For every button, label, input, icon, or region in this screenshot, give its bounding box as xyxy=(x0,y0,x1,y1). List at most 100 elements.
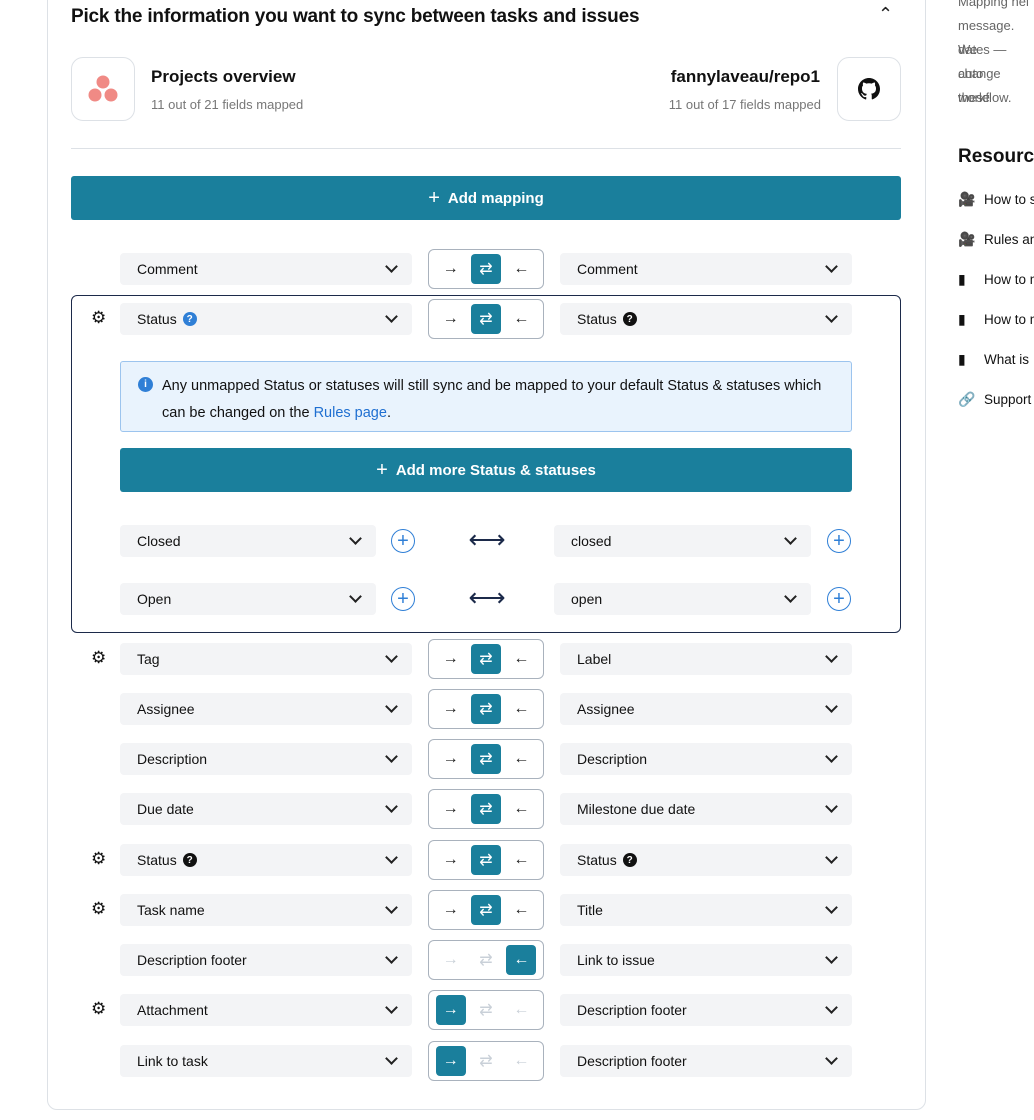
select-value: Tag xyxy=(137,651,160,667)
arrow-right-icon[interactable]: → xyxy=(435,995,466,1025)
arrow-left-icon[interactable]: ← xyxy=(506,694,536,724)
book-icon: ▮ xyxy=(958,311,966,327)
left-field-select[interactable]: Attachment xyxy=(120,994,412,1026)
two-way-sync-icon[interactable]: ⇄ xyxy=(470,845,501,875)
arrow-right-icon[interactable]: → xyxy=(436,895,466,925)
arrow-right-icon[interactable]: → xyxy=(436,845,466,875)
sync-direction-toggle: → ⇄ ← xyxy=(428,249,544,289)
resource-link[interactable]: ▮ How to m xyxy=(958,271,1034,288)
rules-page-link[interactable]: Rules page xyxy=(314,405,387,421)
right-field-select[interactable]: Title xyxy=(560,894,852,926)
left-project-name: Projects overview xyxy=(151,67,296,86)
two-way-sync-icon[interactable]: ⇄ xyxy=(470,694,501,724)
gear-icon[interactable]: ⚙ xyxy=(91,648,106,668)
select-value: Description xyxy=(577,751,648,767)
left-field-select[interactable]: Assignee xyxy=(120,693,412,725)
left-field-select[interactable]: Link to task xyxy=(120,1045,412,1077)
help-icon[interactable]: ? xyxy=(622,312,637,326)
left-field-select[interactable]: Description footer xyxy=(120,944,412,976)
arrow-right-icon[interactable]: → xyxy=(436,794,466,824)
add-circle-icon[interactable]: + xyxy=(827,587,851,611)
resource-link[interactable]: ▮ How to m xyxy=(958,311,1034,328)
resource-link[interactable]: 🎥 How to s xyxy=(958,191,1034,208)
sync-direction-toggle: → ⇄ ← xyxy=(428,840,544,880)
two-way-sync-icon[interactable]: ⇄ xyxy=(470,254,501,284)
right-status-value-select[interactable]: open xyxy=(554,583,811,615)
resource-link[interactable]: 🔗 Support xyxy=(958,391,1031,408)
arrow-right-icon[interactable]: → xyxy=(436,644,466,674)
help-icon[interactable]: ? xyxy=(182,312,197,326)
left-field-select[interactable]: Description xyxy=(120,743,412,775)
two-way-sync-icon[interactable]: ⇄ xyxy=(470,744,501,774)
right-field-select[interactable]: Status? xyxy=(560,303,852,335)
arrow-left-icon[interactable]: ← xyxy=(506,895,536,925)
two-way-sync-icon[interactable]: ⇄ xyxy=(471,995,501,1025)
sync-direction-toggle: → ⇄ ← xyxy=(428,789,544,829)
left-field-select[interactable]: Due date xyxy=(120,793,412,825)
left-status-value-select[interactable]: Open xyxy=(120,583,376,615)
arrow-left-icon[interactable]: ← xyxy=(506,845,536,875)
left-field-select[interactable]: Comment xyxy=(120,253,412,285)
right-field-select[interactable]: Status? xyxy=(560,844,852,876)
left-field-select[interactable]: Status? xyxy=(120,844,412,876)
left-status-value-select[interactable]: Closed xyxy=(120,525,376,557)
arrow-left-icon[interactable]: ← xyxy=(506,254,536,284)
two-way-sync-icon[interactable]: ⇄ xyxy=(470,644,501,674)
bidirectional-arrow-icon: ⟷ xyxy=(468,582,506,612)
gear-icon[interactable]: ⚙ xyxy=(91,999,106,1019)
add-circle-icon[interactable]: + xyxy=(391,529,415,553)
collapse-chevron-icon[interactable]: ⌃ xyxy=(878,4,893,25)
left-field-select[interactable]: Task name xyxy=(120,894,412,926)
add-more-statuses-button[interactable]: + Add more Status & statuses xyxy=(120,448,852,492)
arrow-left-icon[interactable]: ← xyxy=(506,644,536,674)
arrow-right-icon[interactable]: → xyxy=(436,694,466,724)
right-field-select[interactable]: Description xyxy=(560,743,852,775)
gear-icon[interactable]: ⚙ xyxy=(91,899,106,919)
arrow-right-icon[interactable]: → xyxy=(436,945,466,975)
arrow-right-icon[interactable]: → xyxy=(435,1046,466,1076)
right-field-select[interactable]: Label xyxy=(560,643,852,675)
right-field-select[interactable]: Description footer xyxy=(560,1045,852,1077)
chevron-down-icon xyxy=(349,532,362,545)
arrow-left-icon[interactable]: ← xyxy=(506,1046,536,1076)
help-icon[interactable]: ? xyxy=(182,853,197,867)
arrow-right-icon[interactable]: → xyxy=(436,304,466,334)
right-status-value-select[interactable]: closed xyxy=(554,525,811,557)
select-value: Label xyxy=(577,651,612,667)
resource-link[interactable]: 🎥 Rules an xyxy=(958,231,1034,248)
gear-icon[interactable]: ⚙ xyxy=(91,849,106,869)
sync-direction-toggle: → ⇄ ← xyxy=(428,739,544,779)
asana-logo xyxy=(71,57,135,121)
arrow-left-icon[interactable]: ← xyxy=(506,945,537,975)
chevron-down-icon xyxy=(385,1001,398,1014)
right-field-select[interactable]: Milestone due date xyxy=(560,793,852,825)
add-circle-icon[interactable]: + xyxy=(827,529,851,553)
arrow-left-icon[interactable]: ← xyxy=(506,995,536,1025)
left-field-select[interactable]: Tag xyxy=(120,643,412,675)
add-mapping-button[interactable]: + Add mapping xyxy=(71,176,901,220)
two-way-sync-icon[interactable]: ⇄ xyxy=(471,1046,501,1076)
chevron-down-icon xyxy=(784,590,797,603)
right-field-select[interactable]: Description footer xyxy=(560,994,852,1026)
add-circle-icon[interactable]: + xyxy=(391,587,415,611)
arrow-left-icon[interactable]: ← xyxy=(506,304,536,334)
right-field-select[interactable]: Assignee xyxy=(560,693,852,725)
arrow-left-icon[interactable]: ← xyxy=(506,794,536,824)
two-way-sync-icon[interactable]: ⇄ xyxy=(470,304,501,334)
two-way-sync-icon[interactable]: ⇄ xyxy=(470,794,501,824)
video-camera-icon: 🎥 xyxy=(958,191,976,207)
left-field-select[interactable]: Status? xyxy=(120,303,412,335)
gear-icon[interactable]: ⚙ xyxy=(91,308,106,328)
select-value: Status xyxy=(577,311,617,327)
arrow-left-icon[interactable]: ← xyxy=(506,744,536,774)
help-icon[interactable]: ? xyxy=(622,853,637,867)
two-way-sync-icon[interactable]: ⇄ xyxy=(470,895,501,925)
arrow-right-icon[interactable]: → xyxy=(436,254,466,284)
right-field-select[interactable]: Comment xyxy=(560,253,852,285)
plus-icon: + xyxy=(376,458,388,481)
arrow-right-icon[interactable]: → xyxy=(436,744,466,774)
resource-link[interactable]: ▮ What is xyxy=(958,351,1029,368)
right-field-select[interactable]: Link to issue xyxy=(560,944,852,976)
two-way-sync-icon[interactable]: ⇄ xyxy=(471,945,501,975)
side-description-line: Mapping hel xyxy=(958,0,1029,9)
